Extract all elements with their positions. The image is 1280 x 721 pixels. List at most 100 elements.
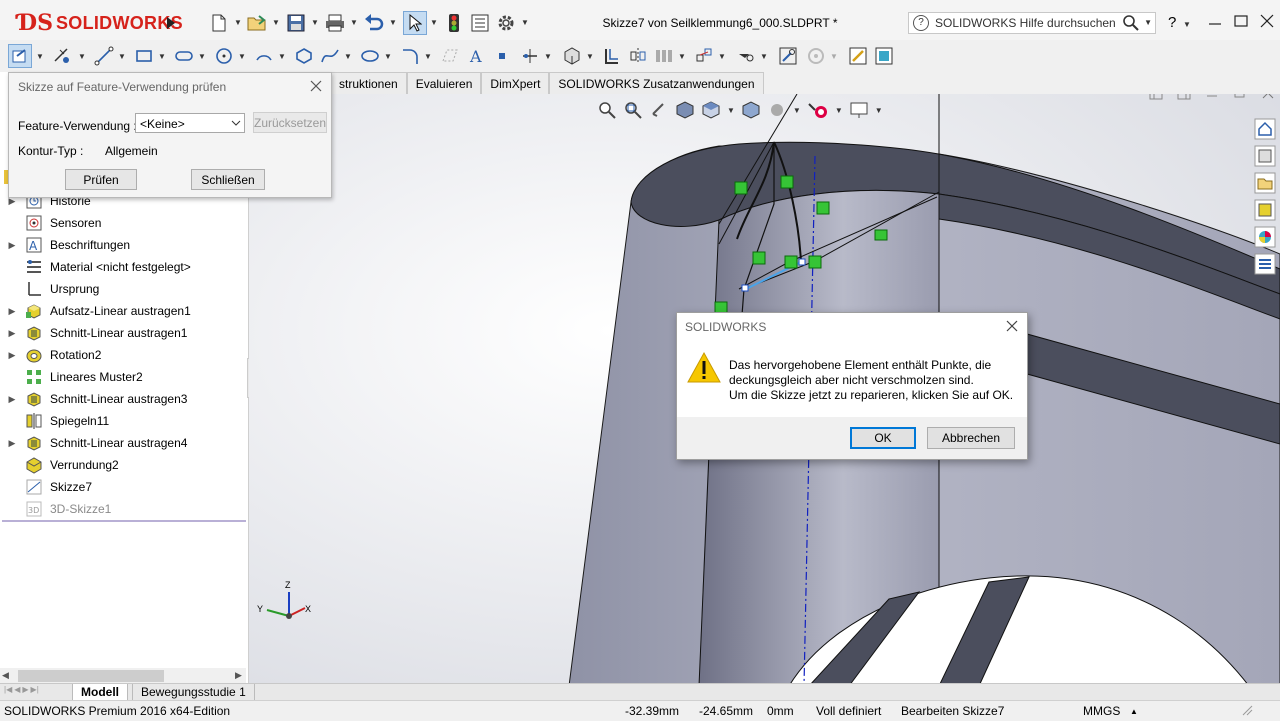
reset-button[interactable]: Zurücksetzen	[253, 112, 327, 133]
smart-dimension-icon[interactable]	[50, 44, 74, 68]
chevron-down-icon[interactable]: ▼	[278, 52, 286, 61]
arc-icon[interactable]	[252, 44, 276, 68]
chevron-down-icon[interactable]: ▼	[793, 106, 801, 122]
select-pointer-icon[interactable]	[403, 11, 427, 35]
tree-item-rotation2[interactable]: ▶ Rotation2	[0, 344, 246, 366]
tree-item-3d-skizze1[interactable]: 3D 3D-Skizze1	[0, 498, 246, 520]
shaded-sketch-contours-icon[interactable]	[872, 44, 896, 68]
sketch-relation-marker[interactable]	[874, 229, 888, 241]
last-tab-icon[interactable]: ▶|	[31, 685, 39, 694]
display-delete-relations-icon[interactable]	[734, 44, 758, 68]
repair-sketch-icon[interactable]	[776, 44, 800, 68]
expand-arrow-icon[interactable]: ▶	[0, 240, 24, 251]
tree-item-schnitt-linear-austragen1[interactable]: ▶ Schnitt-Linear austragen1	[0, 322, 246, 344]
scroll-right-icon[interactable]: ▶	[235, 670, 242, 681]
chevron-down-icon[interactable]: ▼	[389, 18, 397, 27]
expand-arrow-icon[interactable]: ▶	[0, 328, 24, 339]
first-tab-icon[interactable]: |◀	[4, 685, 12, 694]
sketch-relation-marker[interactable]	[752, 251, 766, 265]
edit-appearance-icon[interactable]	[807, 100, 829, 122]
close-window-icon[interactable]	[1258, 12, 1276, 30]
save-icon[interactable]	[285, 12, 307, 34]
sketch-point[interactable]	[741, 284, 749, 292]
chevron-down-icon[interactable]: ▼	[875, 106, 883, 122]
mirror-entities-icon[interactable]	[626, 44, 650, 68]
print-icon[interactable]	[324, 12, 346, 34]
solidworks-logo[interactable]: ƊS SOLIDWORKS	[18, 10, 183, 36]
search-icon[interactable]	[1123, 15, 1139, 34]
check-button[interactable]: Prüfen	[65, 169, 137, 190]
file-explorer-icon[interactable]	[1254, 172, 1278, 197]
sketch-relation-marker[interactable]	[734, 181, 748, 195]
cancel-button[interactable]: Abbrechen	[927, 427, 1015, 449]
rollback-bar[interactable]	[2, 520, 246, 522]
new-document-icon[interactable]	[208, 12, 230, 34]
appearances-icon[interactable]	[1254, 226, 1278, 251]
expand-arrow-icon[interactable]: ▶	[0, 350, 24, 361]
sketch-point[interactable]	[798, 258, 806, 266]
expand-arrow-icon[interactable]: ▶	[0, 394, 24, 405]
chevron-down-icon[interactable]: ▼	[430, 18, 438, 27]
tab-solidworks-zusatzanwendungen[interactable]: SOLIDWORKS Zusatzanwendungen	[549, 72, 764, 94]
ok-button[interactable]: OK	[850, 427, 916, 449]
prev-tab-icon[interactable]: ◀	[14, 685, 20, 694]
chevron-down-icon[interactable]: ▼	[424, 52, 432, 61]
sketch-relation-marker[interactable]	[808, 255, 822, 269]
scroll-left-icon[interactable]: ◀	[2, 670, 9, 681]
minimize-icon[interactable]	[1206, 12, 1224, 30]
rectangle-icon[interactable]	[132, 44, 156, 68]
chevron-down-icon[interactable]: ▼	[1144, 18, 1152, 27]
trim-entities-icon[interactable]	[518, 44, 542, 68]
chevron-down-icon[interactable]: ▼	[727, 106, 735, 122]
view-orientation-icon[interactable]	[701, 100, 721, 122]
sketch-relation-marker[interactable]	[784, 255, 798, 269]
minimize-pane-icon[interactable]	[1205, 94, 1219, 103]
menu-expand-icon[interactable]	[160, 12, 182, 34]
chevron-down-icon[interactable]: ▼	[344, 52, 352, 61]
options-gear-icon[interactable]	[495, 12, 517, 34]
maximize-icon[interactable]	[1232, 12, 1250, 30]
chevron-down-icon[interactable]: ▼	[678, 52, 686, 61]
chevron-down-icon[interactable]: ▼	[586, 52, 594, 61]
split-pane-icon[interactable]	[1177, 94, 1191, 103]
quick-snaps-icon[interactable]	[804, 44, 828, 68]
plane-icon[interactable]	[438, 44, 462, 68]
tree-item-sensoren[interactable]: Sensoren	[0, 212, 246, 234]
chevron-down-icon[interactable]: ▼	[830, 52, 838, 61]
tree-item-schnitt-linear-austragen3[interactable]: ▶ Schnitt-Linear austragen3	[0, 388, 246, 410]
tab-evaluieren[interactable]: Evaluieren	[406, 72, 482, 94]
design-library-icon[interactable]	[1254, 145, 1278, 170]
restore-pane-icon[interactable]	[1149, 94, 1163, 103]
expand-arrow-icon[interactable]: ▶	[0, 438, 24, 449]
rebuild-traffic-light-icon[interactable]	[443, 12, 465, 34]
chevron-down-icon[interactable]: ▼	[544, 52, 552, 61]
hide-show-items-icon[interactable]	[767, 100, 787, 122]
tree-item-aufsatz-linear-austragen1[interactable]: ▶ Aufsatz-Linear austragen1	[0, 300, 246, 322]
next-tab-icon[interactable]: ▶	[22, 685, 28, 694]
zoom-to-fit-icon[interactable]	[597, 100, 617, 122]
chevron-down-icon[interactable]: ▼	[760, 52, 768, 61]
tab-dimxpert[interactable]: DimXpert	[481, 72, 550, 94]
previous-view-icon[interactable]	[649, 100, 669, 122]
slot-icon[interactable]	[172, 44, 196, 68]
file-properties-icon[interactable]	[469, 12, 491, 34]
chevron-down-icon[interactable]: ▼	[198, 52, 206, 61]
convert-entities-icon[interactable]	[560, 44, 584, 68]
display-style-icon[interactable]	[741, 100, 761, 122]
feature-usage-select[interactable]: <Keine>	[135, 113, 245, 133]
chevron-down-icon[interactable]: ▼	[158, 52, 166, 61]
help-button[interactable]: ?	[1168, 14, 1176, 31]
expand-arrow-icon[interactable]: ▶	[0, 306, 24, 317]
exit-sketch-icon[interactable]	[8, 44, 32, 68]
offset-entities-icon[interactable]	[600, 44, 624, 68]
status-unit-system[interactable]: MMGS	[1083, 704, 1120, 718]
horizontal-scrollbar[interactable]: ◀ ▶	[0, 668, 246, 684]
chevron-down-icon[interactable]: ▼	[78, 52, 86, 61]
section-view-icon[interactable]	[675, 100, 695, 122]
chevron-down-icon[interactable]: ▼	[350, 18, 358, 27]
tree-item-skizze7[interactable]: Skizze7	[0, 476, 246, 498]
chevron-down-icon[interactable]: ▼	[718, 52, 726, 61]
chevron-down-icon[interactable]: ▼	[311, 18, 319, 27]
instant2d-icon[interactable]	[846, 44, 870, 68]
tree-item-spiegeln11[interactable]: Spiegeln11	[0, 410, 246, 432]
